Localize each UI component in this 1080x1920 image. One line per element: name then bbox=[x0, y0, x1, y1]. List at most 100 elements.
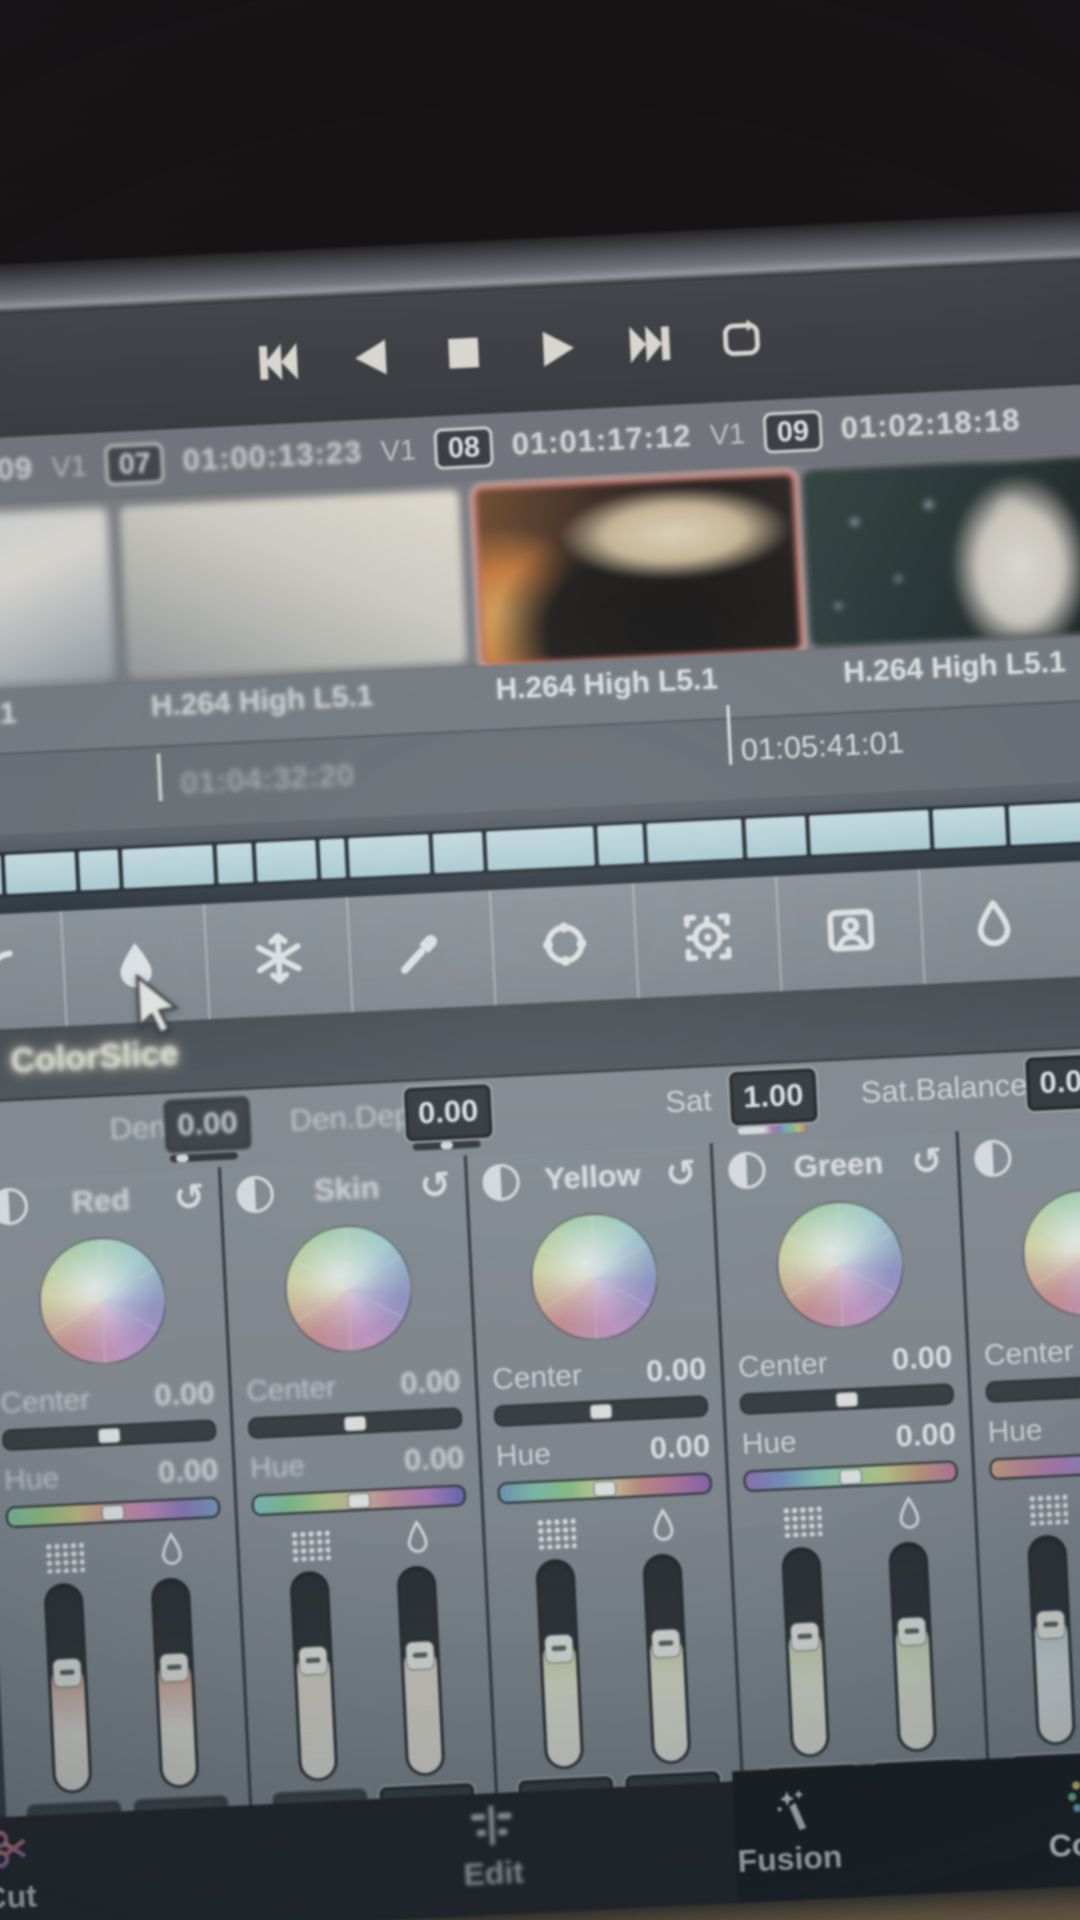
clip-thumbnail[interactable] bbox=[803, 454, 1080, 648]
tracker-tool-button[interactable] bbox=[632, 876, 781, 998]
palette-title: ColorSlice bbox=[10, 1033, 180, 1080]
marker-tick bbox=[156, 754, 162, 802]
track-label: V1 bbox=[380, 434, 417, 469]
clip-number-badge[interactable]: 08 bbox=[434, 426, 495, 470]
tab-color[interactable]: Color bbox=[1005, 1768, 1080, 1867]
sat-value[interactable]: 1.00 bbox=[729, 1068, 818, 1126]
saturation-drop-icon bbox=[402, 1518, 433, 1562]
center-label: Center bbox=[983, 1334, 1074, 1372]
saturation-drop-icon bbox=[648, 1506, 679, 1550]
den-value[interactable]: 0.00 bbox=[163, 1096, 252, 1154]
reset-icon[interactable]: ↺ bbox=[173, 1178, 206, 1217]
play-forward-button[interactable] bbox=[527, 319, 585, 377]
hue-value[interactable]: 0.00 bbox=[895, 1417, 957, 1455]
timeline-segment[interactable] bbox=[0, 855, 2, 895]
saturation-vertical-slider[interactable] bbox=[888, 1541, 937, 1753]
magic-mask-tool-button[interactable] bbox=[775, 869, 924, 991]
timeline-segment[interactable] bbox=[319, 838, 346, 878]
saturation-vertical-slider[interactable] bbox=[642, 1553, 691, 1765]
sat-label: Sat bbox=[664, 1083, 712, 1120]
vector-enable-toggle[interactable] bbox=[0, 1187, 29, 1226]
vector-enable-toggle[interactable] bbox=[482, 1163, 521, 1202]
den-depth-value[interactable]: 0.00 bbox=[404, 1084, 493, 1142]
timeline-segment[interactable] bbox=[348, 834, 430, 877]
tab-edit[interactable]: Edit bbox=[408, 1798, 577, 1897]
reset-icon[interactable]: ↺ bbox=[419, 1166, 452, 1205]
play-reverse-button[interactable] bbox=[342, 328, 400, 386]
density-vertical-slider[interactable] bbox=[43, 1582, 92, 1794]
density-vertical-slider[interactable] bbox=[289, 1570, 338, 1782]
vector-color-wheel[interactable] bbox=[282, 1222, 416, 1356]
clip-thumbnail[interactable] bbox=[0, 504, 118, 690]
density-vertical-slider[interactable] bbox=[1027, 1534, 1076, 1746]
skip-to-start-button[interactable] bbox=[249, 333, 307, 391]
vector-enable-toggle[interactable] bbox=[236, 1175, 275, 1214]
timeline-segment[interactable] bbox=[79, 850, 120, 891]
playhead-timecode: 01:05:41:01 bbox=[740, 726, 905, 769]
hue-label: Hue bbox=[249, 1449, 305, 1486]
clip-thumbnail[interactable] bbox=[117, 487, 469, 681]
timeline-segment[interactable] bbox=[486, 826, 595, 870]
timeline-segment[interactable] bbox=[433, 832, 484, 874]
vector-column-yellow: Yellow ↺ Center0.00 Hue0.00 0.00 bbox=[467, 1143, 741, 1793]
sat-balance-value[interactable]: 0.00 bbox=[1025, 1054, 1080, 1112]
clip-in-timecode: 01:00:13:23 bbox=[182, 435, 363, 479]
reset-icon[interactable]: ↺ bbox=[911, 1142, 944, 1181]
loop-button[interactable] bbox=[712, 310, 770, 368]
hue-value[interactable]: 0.00 bbox=[403, 1441, 465, 1479]
vector-color-wheel[interactable] bbox=[773, 1198, 907, 1332]
timeline-segment[interactable] bbox=[809, 810, 930, 855]
density-icon bbox=[44, 1541, 85, 1574]
clip-number-badge[interactable]: 07 bbox=[104, 442, 165, 486]
timeline-segment[interactable] bbox=[216, 843, 253, 884]
hue-value[interactable]: 0.00 bbox=[157, 1453, 219, 1491]
clip-codec-label: H.264 High L5.1 bbox=[495, 662, 719, 707]
timeline-segment[interactable] bbox=[647, 819, 744, 863]
vector-color-wheel[interactable] bbox=[528, 1210, 662, 1344]
timeline-segment[interactable] bbox=[933, 806, 1007, 849]
stop-button[interactable] bbox=[435, 324, 493, 382]
density-vertical-slider[interactable] bbox=[535, 1558, 584, 1770]
density-icon bbox=[536, 1517, 577, 1550]
reset-icon[interactable]: ↺ bbox=[665, 1154, 698, 1193]
timeline-segment[interactable] bbox=[597, 824, 644, 865]
tab-fusion[interactable]: Fusion bbox=[704, 1783, 873, 1882]
qualifier-tool-button[interactable] bbox=[346, 890, 495, 1012]
center-value[interactable]: 0.00 bbox=[399, 1364, 461, 1402]
center-value[interactable]: 0.00 bbox=[891, 1340, 953, 1378]
density-vertical-slider[interactable] bbox=[781, 1546, 830, 1758]
timeline-segment[interactable] bbox=[5, 852, 77, 895]
timeline-segment[interactable] bbox=[256, 840, 318, 882]
vector-color-wheel[interactable] bbox=[1019, 1186, 1080, 1320]
power-window-tool-button[interactable] bbox=[489, 883, 638, 1005]
center-value[interactable]: 0.00 bbox=[645, 1352, 707, 1390]
vector-name bbox=[1011, 1150, 1080, 1157]
tab-cut[interactable]: Cut bbox=[0, 1821, 93, 1920]
clip-number-badge[interactable]: 09 bbox=[763, 410, 824, 454]
saturation-vertical-slider[interactable] bbox=[150, 1577, 199, 1789]
saturation-drop-icon bbox=[156, 1530, 187, 1574]
blur-tool-button[interactable] bbox=[918, 862, 1067, 984]
track-label: V1 bbox=[709, 418, 746, 453]
hue-value[interactable]: 0.00 bbox=[649, 1429, 711, 1467]
vector-name: Red bbox=[27, 1181, 175, 1223]
clip-codec-label: L5.1 bbox=[0, 697, 17, 734]
center-label: Center bbox=[246, 1370, 337, 1408]
hue-label: Hue bbox=[987, 1413, 1043, 1450]
vector-color-wheel[interactable] bbox=[36, 1234, 170, 1368]
color-warper-tool-button[interactable] bbox=[203, 897, 352, 1019]
timeline-segment[interactable] bbox=[1009, 801, 1080, 845]
clip-codec-label: H.264 High L5.1 bbox=[843, 645, 1067, 690]
saturation-vertical-slider[interactable] bbox=[396, 1565, 445, 1777]
vector-enable-toggle[interactable] bbox=[973, 1139, 1012, 1178]
curves-tool-button[interactable] bbox=[0, 911, 66, 1033]
timeline-segment[interactable] bbox=[745, 816, 807, 858]
center-value[interactable]: 0.00 bbox=[154, 1376, 216, 1414]
mouse-cursor bbox=[133, 972, 190, 1040]
skip-to-end-button[interactable] bbox=[620, 315, 678, 373]
vector-enable-toggle[interactable] bbox=[728, 1151, 767, 1190]
clip-thumbnail-selected[interactable] bbox=[472, 471, 804, 668]
density-icon bbox=[782, 1505, 823, 1538]
timeline-segment[interactable] bbox=[122, 845, 214, 889]
center-label: Center bbox=[491, 1358, 582, 1396]
